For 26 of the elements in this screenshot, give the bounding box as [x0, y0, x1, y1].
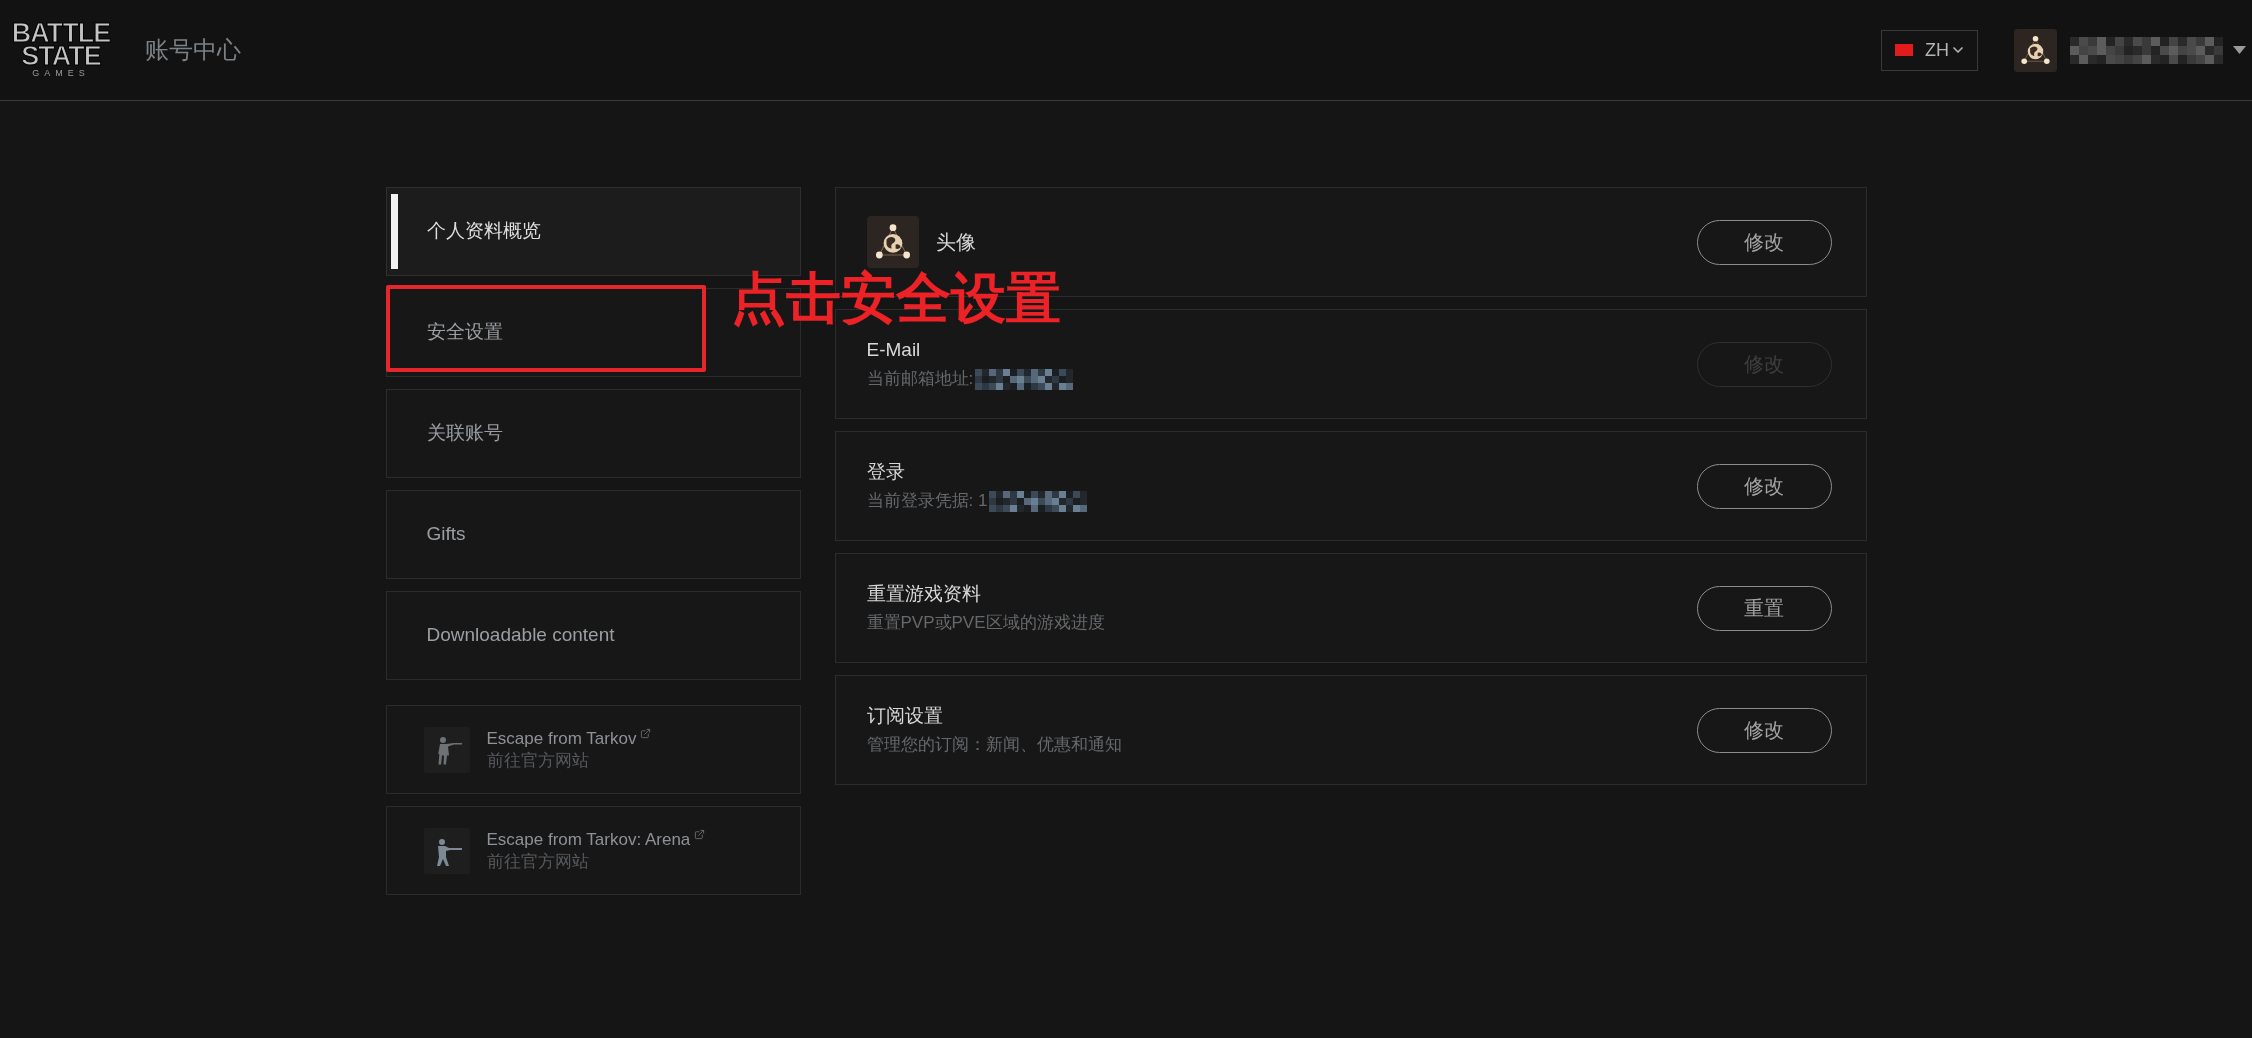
avatar-icon — [2014, 28, 2057, 72]
action-button[interactable]: 修改 — [1696, 219, 1832, 265]
section-title: E-Mail — [866, 338, 922, 362]
external-link-icon — [640, 727, 652, 739]
section-title: 登录 — [866, 460, 906, 484]
section-title: 订阅设置 — [866, 704, 944, 728]
avatar-icon — [866, 216, 919, 268]
section-description: 管理您的订阅：新闻、优惠和通知 — [866, 734, 1122, 756]
aiming-figure-icon — [423, 827, 470, 874]
section-description: 当前邮箱地址: — [866, 368, 974, 390]
section-title: 重置游戏资料 — [866, 582, 982, 606]
game-link[interactable]: Escape from Tarkov: Arena 前往官方网站 — [385, 806, 801, 895]
language-select[interactable]: ZH — [1881, 29, 1978, 71]
sidebar-tab[interactable]: 关联账号 — [385, 389, 801, 478]
sidebar-tab[interactable]: Gifts — [385, 490, 801, 579]
section-description: 当前登录凭据: 1 — [866, 490, 988, 512]
sidebar-tab[interactable]: Downloadable content — [385, 591, 801, 680]
aiming-figure-icon — [423, 726, 470, 773]
page-title: 账号中心 — [145, 35, 241, 65]
flag-icon — [1895, 44, 1913, 56]
game-link[interactable]: Escape from Tarkov 前往官方网站 — [385, 705, 801, 794]
section-description: 重置PVP或PVE区域的游戏进度 — [866, 612, 1105, 634]
caret-icon[interactable] — [2233, 46, 2246, 54]
external-link-icon — [694, 828, 706, 840]
section-title: 头像 — [935, 230, 976, 255]
logo: BATTLE STATE GAMES — [10, 21, 112, 79]
